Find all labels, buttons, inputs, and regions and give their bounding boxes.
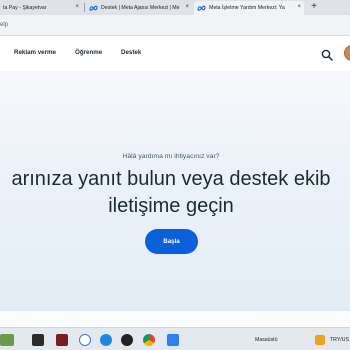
- app-icon[interactable]: [167, 334, 179, 346]
- tab-close-icon[interactable]: ×: [185, 4, 189, 10]
- hero-headline-line1: arınıza yanıt bulun veya destek ekib: [11, 168, 331, 190]
- app-icon[interactable]: [32, 334, 44, 346]
- nav-item-ogrenme[interactable]: Öğrenme: [75, 49, 102, 56]
- chrome-icon[interactable]: [143, 334, 155, 346]
- avatar[interactable]: [344, 45, 350, 61]
- browser-tab-strip: ta Pay - Şikayetvar × Destek | Meta Ajan…: [0, 0, 350, 15]
- tab-separator: [84, 3, 85, 12]
- windows-taskbar: Masaüstü TRY/US: [0, 327, 350, 350]
- app-icon[interactable]: [56, 334, 68, 346]
- tab-close-icon[interactable]: ×: [75, 4, 79, 10]
- weather-icon[interactable]: [315, 335, 325, 345]
- hero-headline-line2: iletişime geçin: [108, 195, 234, 217]
- site-header: Reklam verme Öğrenme Destek: [0, 37, 350, 71]
- page-bottom-band: [0, 311, 350, 327]
- browser-tab-meta-ajansi[interactable]: Destek | Meta Ajansı Merkezi | Me ×: [86, 1, 192, 15]
- browser-address-bar: elp: [0, 15, 350, 36]
- new-tab-button[interactable]: +: [308, 1, 320, 14]
- app-icon[interactable]: [79, 334, 91, 346]
- tray-currency-text: TRY/US: [330, 337, 349, 343]
- tab-title: ta Pay - Şikayetvar: [3, 5, 47, 11]
- nav-item-reklam-verme[interactable]: Reklam verme: [14, 49, 56, 56]
- meta-logo-icon: [197, 5, 206, 11]
- tab-close-icon[interactable]: ×: [297, 4, 301, 10]
- hero-eyebrow: Hâlâ yardıma mı ihtiyacınız var?: [122, 153, 220, 160]
- nav-item-destek[interactable]: Destek: [121, 49, 141, 56]
- url-field[interactable]: elp: [0, 19, 350, 32]
- tab-title: Meta İşletme Yardım Merkezi: Ya: [209, 5, 285, 11]
- browser-tab-meta-business-help[interactable]: Meta İşletme Yardım Merkezi: Ya ×: [194, 1, 304, 15]
- get-started-button[interactable]: Başla: [145, 229, 198, 254]
- tab-title: Destek | Meta Ajansı Merkezi | Me: [101, 5, 180, 11]
- desktop-toolbar-label[interactable]: Masaüstü: [255, 337, 278, 343]
- meta-logo-icon: [89, 5, 98, 11]
- media-player-icon[interactable]: [121, 334, 133, 346]
- search-icon[interactable]: [321, 48, 333, 61]
- browser-tab-sikayetvar[interactable]: ta Pay - Şikayetvar ×: [0, 1, 82, 15]
- start-icon[interactable]: [0, 334, 14, 346]
- edge-icon[interactable]: [100, 334, 112, 346]
